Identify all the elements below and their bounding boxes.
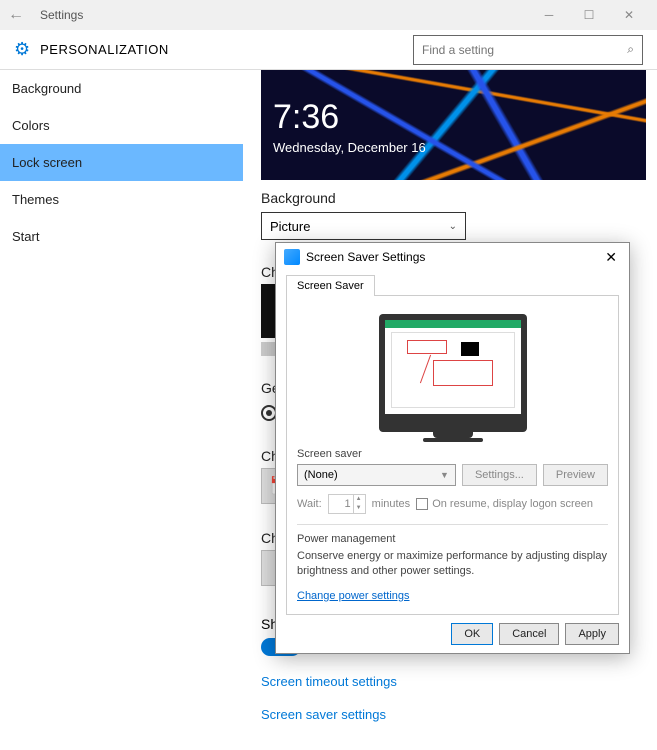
sidebar-item-label: Themes <box>12 192 59 207</box>
wait-spinner[interactable]: ▲▼ <box>328 494 366 514</box>
spin-up-icon[interactable]: ▲ <box>354 495 364 504</box>
sidebar-item-label: Colors <box>12 118 50 133</box>
sidebar-item-label: Background <box>12 81 81 96</box>
checkbox-icon <box>416 498 428 510</box>
wait-label: Wait: <box>297 498 322 510</box>
lockscreen-preview: 7:36 Wednesday, December 16 <box>261 70 646 180</box>
change-power-link[interactable]: Change power settings <box>297 590 410 602</box>
ok-button[interactable]: OK <box>451 623 493 645</box>
dropdown-value: (None) <box>304 469 338 481</box>
titlebar: ← Settings ─ ☐ ✕ <box>0 0 657 30</box>
screen-saver-dialog: Screen Saver Settings ✕ Screen Saver Scr… <box>275 242 630 654</box>
settings-button[interactable]: Settings... <box>462 464 537 486</box>
sidebar-item-label: Lock screen <box>12 155 82 170</box>
screensaver-label: Screen saver <box>297 448 608 460</box>
preview-date: Wednesday, December 16 <box>273 140 426 155</box>
sidebar-item-label: Start <box>12 229 39 244</box>
sidebar-item-start[interactable]: Start <box>0 218 243 255</box>
maximize-button[interactable]: ☐ <box>569 8 609 22</box>
screen-saver-link[interactable]: Screen saver settings <box>261 707 657 722</box>
search-box[interactable]: ⌕ <box>413 35 643 65</box>
dialog-title: Screen Saver Settings <box>306 250 601 264</box>
chevron-down-icon: ⌄ <box>449 221 457 232</box>
search-icon: ⌕ <box>627 42 634 57</box>
minutes-label: minutes <box>372 498 411 510</box>
sidebar-item-themes[interactable]: Themes <box>0 181 243 218</box>
screen-timeout-link[interactable]: Screen timeout settings <box>261 674 657 689</box>
dialog-close-button[interactable]: ✕ <box>601 249 621 266</box>
resume-checkbox[interactable]: On resume, display logon screen <box>416 498 593 510</box>
screensaver-dropdown[interactable]: (None) ▼ <box>297 464 456 486</box>
background-dropdown[interactable]: Picture ⌄ <box>261 212 466 240</box>
dropdown-value: Picture <box>270 219 310 234</box>
sidebar-item-colors[interactable]: Colors <box>0 107 243 144</box>
apply-button[interactable]: Apply <box>565 623 619 645</box>
preview-button[interactable]: Preview <box>543 464 608 486</box>
minimize-button[interactable]: ─ <box>529 8 569 22</box>
dialog-titlebar: Screen Saver Settings ✕ <box>276 243 629 271</box>
chevron-down-icon: ▼ <box>440 470 449 480</box>
sidebar-item-background[interactable]: Background <box>0 70 243 107</box>
close-button[interactable]: ✕ <box>609 8 649 22</box>
back-button[interactable]: ← <box>8 6 32 24</box>
search-input[interactable] <box>422 43 627 57</box>
gear-icon: ⚙ <box>14 39 30 60</box>
header: ⚙ PERSONALIZATION ⌕ <box>0 30 657 70</box>
wait-input[interactable] <box>329 495 353 513</box>
dialog-icon <box>284 249 300 265</box>
spin-down-icon[interactable]: ▼ <box>354 504 364 513</box>
sidebar: Background Colors Lock screen Themes Sta… <box>0 70 243 750</box>
background-label: Background <box>261 190 657 206</box>
screensaver-preview-monitor <box>379 314 527 432</box>
power-mgmt-text: Conserve energy or maximize performance … <box>297 549 608 580</box>
sidebar-item-lockscreen[interactable]: Lock screen <box>0 144 243 181</box>
power-mgmt-label: Power management <box>297 533 608 545</box>
window-title: Settings <box>32 8 529 22</box>
resume-label: On resume, display logon screen <box>432 498 593 510</box>
preview-time: 7:36 <box>273 98 339 137</box>
tab-screensaver[interactable]: Screen Saver <box>286 275 375 296</box>
cancel-button[interactable]: Cancel <box>499 623 559 645</box>
header-label: PERSONALIZATION <box>40 42 413 57</box>
